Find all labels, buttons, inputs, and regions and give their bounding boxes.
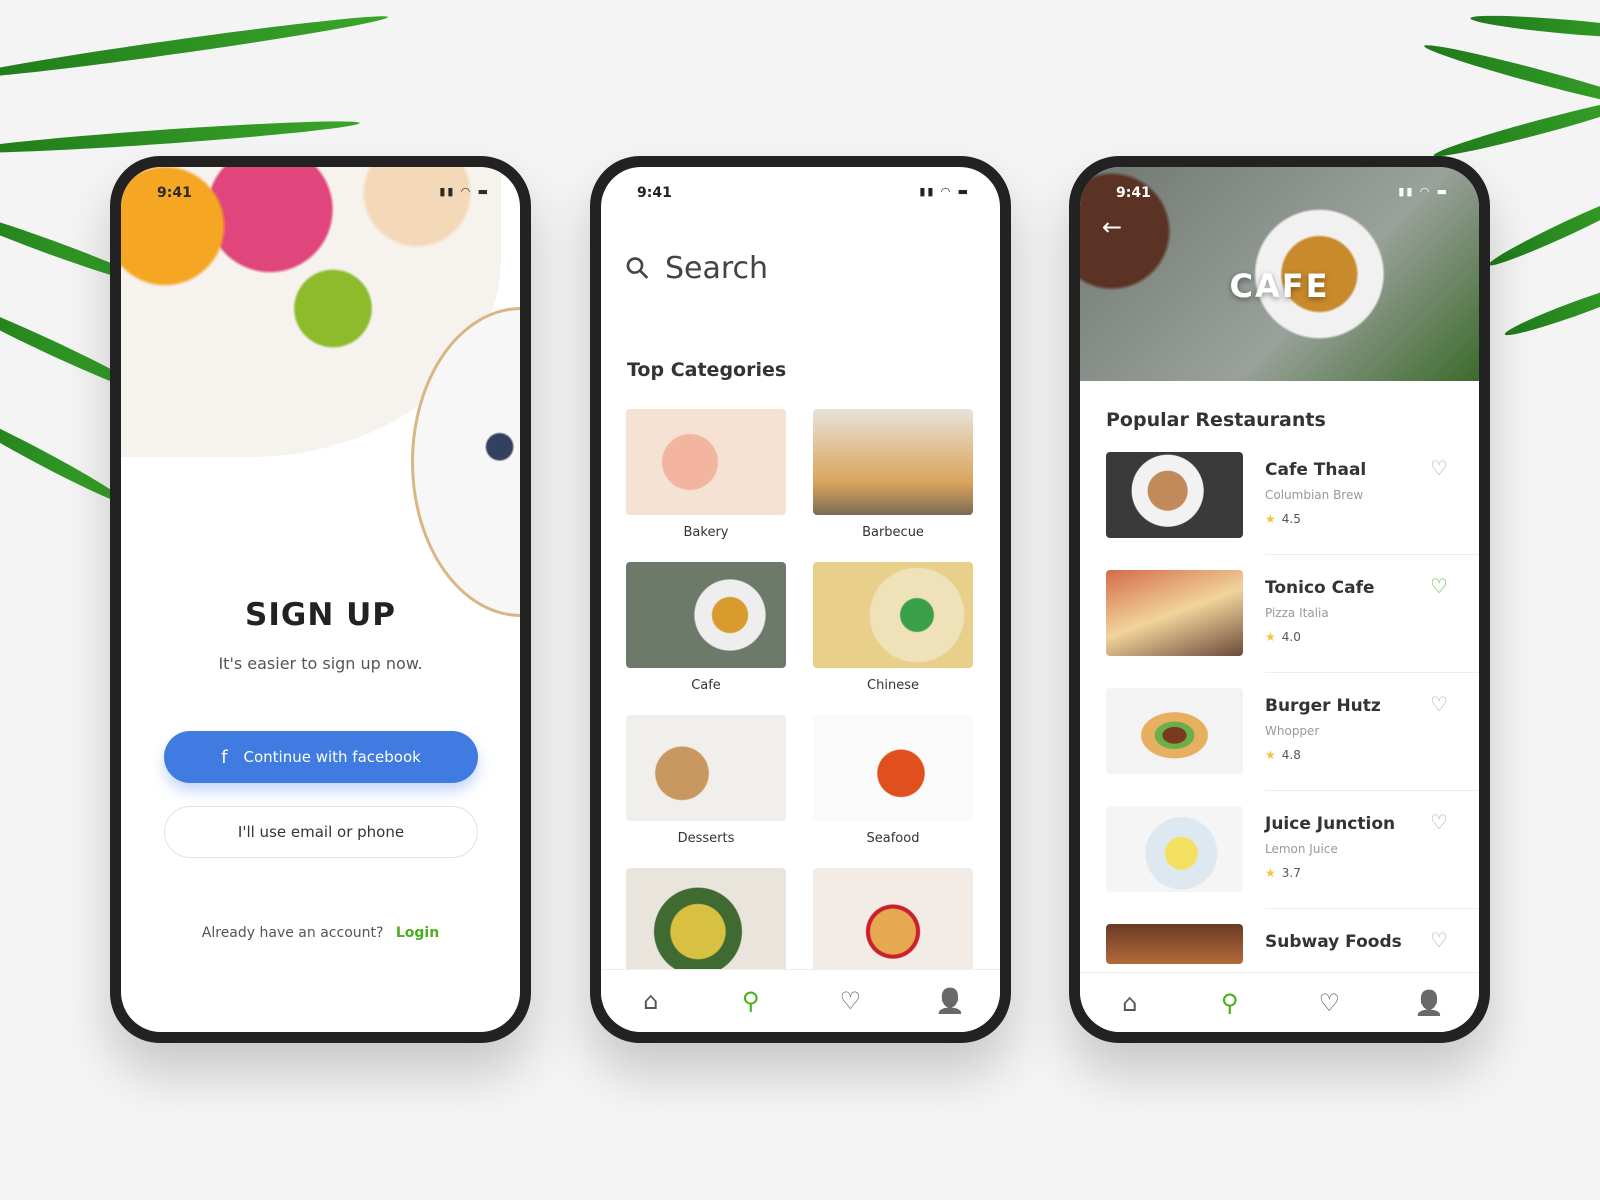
star-icon: ★ [1265,866,1276,880]
facebook-button-label: Continue with facebook [243,748,421,766]
home-icon[interactable]: ⌂ [1110,989,1150,1017]
restaurant-name[interactable]: Subway Foods [1265,932,1402,952]
decorative-leaf [1422,39,1600,115]
facebook-button[interactable]: f Continue with facebook [164,731,478,783]
restaurant-name[interactable]: Tonico Cafe [1265,578,1375,598]
restaurant-image[interactable] [1106,688,1243,774]
restaurant-image[interactable] [1106,452,1243,538]
header-title: CAFE [1229,267,1330,305]
restaurant-image[interactable] [1106,924,1243,964]
page-title: SIGN UP [245,597,396,633]
category-tile[interactable] [626,409,786,515]
already-text: Already have an account? [201,925,384,941]
phone-search: 9:41 ▮▮ ◠ ▬ ⚲ Search Top Categories Baker… [590,156,1011,1043]
restaurant-rating: ★ 4.5 [1265,512,1301,526]
star-icon: ★ [1265,630,1276,644]
category-tile[interactable] [626,562,786,668]
decorative-leaf [1469,11,1600,43]
profile-icon[interactable]: 👤 [930,987,970,1015]
favorite-heart-icon[interactable]: ♡ [1430,456,1448,480]
favorite-heart-icon[interactable]: ♡ [1430,928,1448,952]
home-icon[interactable]: ⌂ [631,987,671,1015]
decorative-leaf [0,10,389,84]
section-title: Top Categories [627,359,787,381]
email-phone-button[interactable]: I'll use email or phone [164,806,478,858]
category-tile[interactable] [626,868,786,974]
category-label: Desserts [677,831,735,846]
heart-icon[interactable]: ♡ [830,987,870,1015]
login-prompt: Already have an account? Login [121,925,520,941]
row-divider [1265,672,1479,673]
category-tile[interactable] [626,715,786,821]
back-arrow-icon[interactable]: ← [1102,213,1122,241]
restaurant-image[interactable] [1106,570,1243,656]
rating-value: 4.0 [1281,630,1301,644]
restaurant-subtitle: Whopper [1265,724,1320,738]
search-nav-icon[interactable]: ⚲ [731,987,771,1015]
phone-cafe: 9:41 ▮▮ ◠ ▬ ← CAFE Popular Restaurants Ca… [1069,156,1490,1043]
star-icon: ★ [1265,748,1276,762]
category-tile[interactable] [813,409,973,515]
row-divider [1265,790,1479,791]
restaurant-name[interactable]: Cafe Thaal [1265,460,1366,480]
category-label: Cafe [691,678,721,693]
category-label: Bakery [683,525,729,540]
login-link[interactable]: Login [396,925,439,941]
phone-signup: 9:41 ▮▮ ◠ ▬ SIGN UP It's easier to sign u… [110,156,531,1043]
facebook-icon: f [221,746,228,768]
bottom-nav: ⌂ ⚲ ♡ 👤 [601,969,1000,1032]
decorative-leaf [1431,91,1600,163]
restaurant-image[interactable] [1106,806,1243,892]
decorative-leaf [1485,182,1600,272]
category-label: Chinese [867,678,919,693]
restaurant-subtitle: Lemon Juice [1265,842,1338,856]
status-icons: ▮▮ ◠ ▬ [1398,185,1449,198]
favorite-heart-icon[interactable]: ♡ [1430,692,1448,716]
decorative-leaf [1502,273,1600,341]
status-time: 9:41 [157,185,192,201]
row-divider [1265,554,1479,555]
decorative-leaf [0,116,361,158]
status-time: 9:41 [1116,185,1151,201]
rating-value: 4.5 [1281,512,1301,526]
favorite-heart-icon[interactable]: ♡ [1430,574,1448,598]
search-input[interactable]: Search [665,251,768,286]
profile-icon[interactable]: 👤 [1409,989,1449,1017]
row-divider [1265,908,1479,909]
favorite-heart-icon[interactable]: ♡ [1430,810,1448,834]
restaurant-name[interactable]: Juice Junction [1265,814,1395,834]
page-subtitle: It's easier to sign up now. [218,654,423,673]
category-tile[interactable] [813,868,973,974]
restaurant-name[interactable]: Burger Hutz [1265,696,1381,716]
category-tile[interactable] [813,562,973,668]
category-label: Seafood [866,831,920,846]
status-icons: ▮▮ ◠ ▬ [439,185,490,198]
status-icons: ▮▮ ◠ ▬ [919,185,970,198]
restaurant-subtitle: Pizza Italia [1265,606,1329,620]
star-icon: ★ [1265,512,1276,526]
search-bar[interactable]: ⚲ Search [618,248,768,288]
rating-value: 4.8 [1281,748,1301,762]
section-title: Popular Restaurants [1106,409,1326,431]
category-tile[interactable] [813,715,973,821]
email-phone-label: I'll use email or phone [237,823,405,841]
bottom-nav: ⌂ ⚲ ♡ 👤 [1080,972,1479,1032]
search-nav-icon[interactable]: ⚲ [1210,989,1250,1017]
rating-value: 3.7 [1281,866,1301,880]
search-icon: ⚲ [617,248,659,289]
restaurant-rating: ★ 3.7 [1265,866,1301,880]
restaurant-rating: ★ 4.0 [1265,630,1301,644]
restaurant-subtitle: Columbian Brew [1265,488,1364,502]
heart-icon[interactable]: ♡ [1309,989,1349,1017]
category-label: Barbecue [862,525,924,540]
status-time: 9:41 [637,185,672,201]
restaurant-rating: ★ 4.8 [1265,748,1301,762]
